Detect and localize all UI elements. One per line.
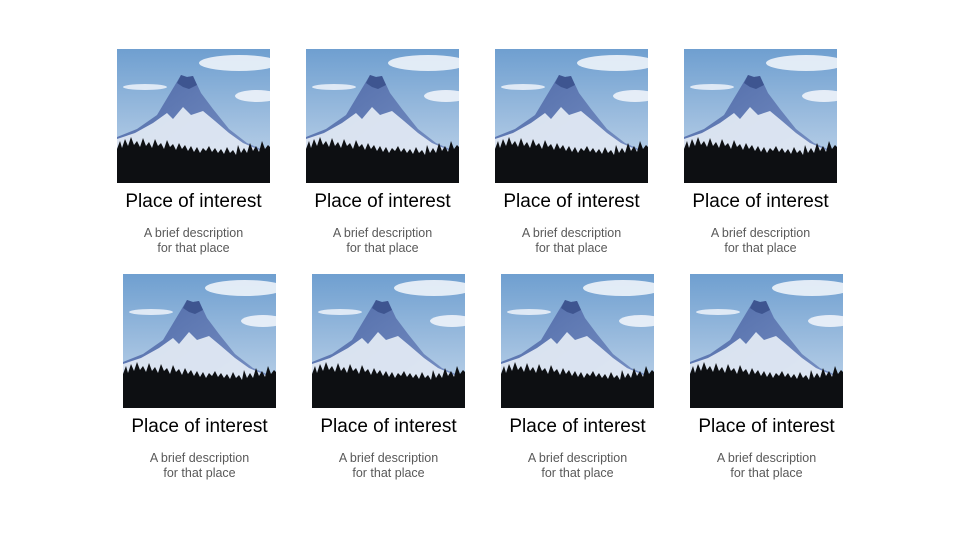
mountain-photo-icon [306, 49, 459, 183]
place-title: Place of interest [503, 191, 640, 212]
mountain-photo-icon [684, 49, 837, 183]
mountain-photo-icon [312, 274, 465, 408]
place-description-line: for that place [730, 466, 803, 480]
place-description-line: for that place [541, 466, 614, 480]
place-description: A brief description for that place [485, 226, 658, 256]
place-card[interactable]: Place of interest A brief description fo… [495, 49, 648, 255]
place-card[interactable]: Place of interest A brief description fo… [306, 49, 459, 255]
place-description-line: for that place [157, 241, 230, 255]
place-description: A brief description for that place [296, 226, 469, 256]
place-title: Place of interest [131, 416, 268, 437]
mountain-photo-icon [501, 274, 654, 408]
place-description-line: A brief description [143, 226, 244, 240]
place-description-line: A brief description [521, 226, 622, 240]
place-card[interactable]: Place of interest A brief description fo… [690, 274, 843, 480]
place-description-line: A brief description [527, 451, 628, 465]
mountain-photo-icon [117, 49, 270, 183]
place-title: Place of interest [320, 416, 457, 437]
place-title: Place of interest [698, 416, 835, 437]
place-title: Place of interest [509, 416, 646, 437]
place-description-line: A brief description [710, 226, 811, 240]
place-description-line: for that place [346, 241, 419, 255]
place-card[interactable]: Place of interest A brief description fo… [117, 49, 270, 255]
place-description: A brief description for that place [107, 226, 280, 256]
place-description: A brief description for that place [302, 451, 475, 481]
place-description-line: for that place [163, 466, 236, 480]
place-title: Place of interest [314, 191, 451, 212]
place-card[interactable]: Place of interest A brief description fo… [684, 49, 837, 255]
place-card[interactable]: Place of interest A brief description fo… [123, 274, 276, 480]
place-description-line: A brief description [332, 226, 433, 240]
mountain-photo-icon [123, 274, 276, 408]
place-description-line: for that place [724, 241, 797, 255]
place-title: Place of interest [125, 191, 262, 212]
place-description-line: A brief description [149, 451, 250, 465]
place-description: A brief description for that place [674, 226, 847, 256]
place-description: A brief description for that place [680, 451, 853, 481]
place-card[interactable]: Place of interest A brief description fo… [501, 274, 654, 480]
place-description-line: A brief description [716, 451, 817, 465]
place-description: A brief description for that place [491, 451, 664, 481]
place-description-line: A brief description [338, 451, 439, 465]
mountain-photo-icon [690, 274, 843, 408]
slide: Place of interest A brief description fo… [0, 0, 960, 540]
place-description-line: for that place [352, 466, 425, 480]
place-card[interactable]: Place of interest A brief description fo… [312, 274, 465, 480]
place-description-line: for that place [535, 241, 608, 255]
place-title: Place of interest [692, 191, 829, 212]
mountain-photo-icon [495, 49, 648, 183]
place-description: A brief description for that place [113, 451, 286, 481]
